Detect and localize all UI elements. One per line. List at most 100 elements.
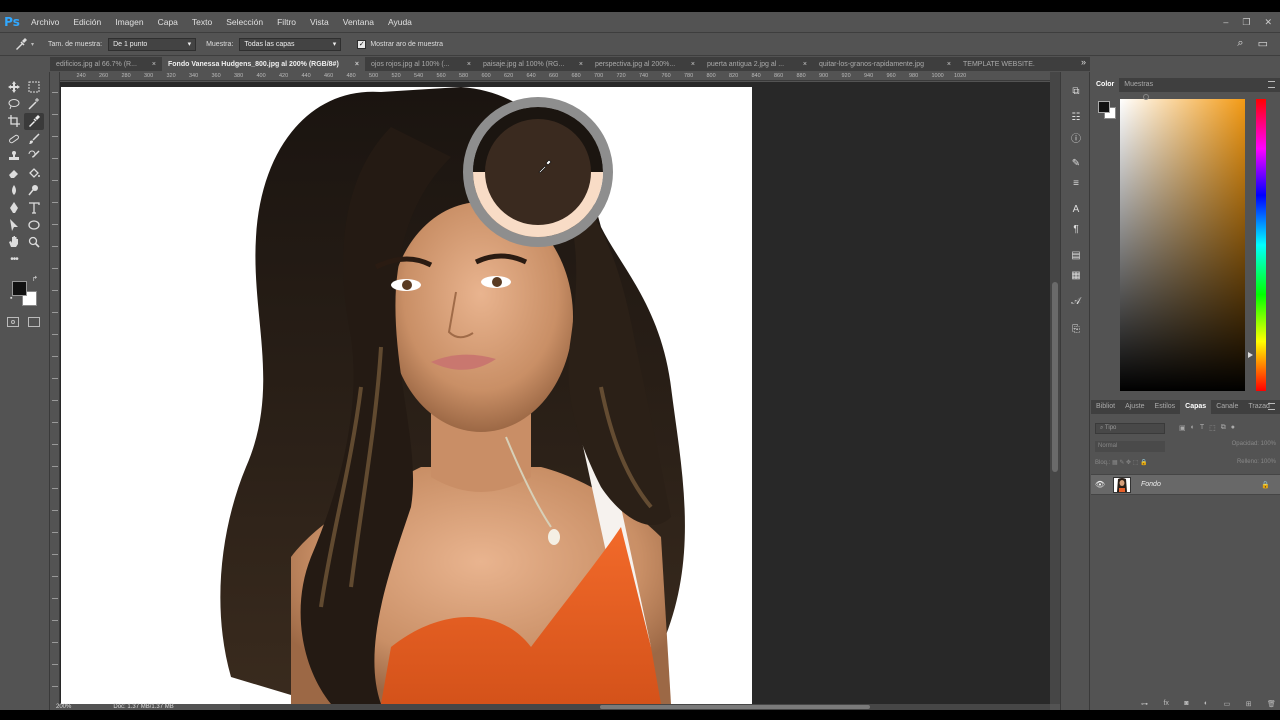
close-icon[interactable]: × bbox=[803, 61, 807, 68]
type-filter-icon[interactable]: T bbox=[1200, 424, 1204, 432]
brush-presets-icon[interactable]: ≡ bbox=[1068, 176, 1084, 190]
layer-style-icon[interactable]: fx bbox=[1163, 700, 1168, 710]
paragraph-panel-icon[interactable]: ¶ bbox=[1068, 222, 1084, 236]
filter-toggle-icon[interactable]: ● bbox=[1231, 424, 1235, 432]
shape-filter-icon[interactable]: ⬚ bbox=[1209, 424, 1216, 432]
more-tabs-icon[interactable]: » bbox=[1081, 57, 1086, 67]
glyphs-icon[interactable]: 𝒜 bbox=[1068, 294, 1084, 308]
new-group-icon[interactable]: ▭ bbox=[1224, 700, 1231, 710]
layer-search-input[interactable]: ⌕ Tipo bbox=[1095, 422, 1165, 434]
menu-vista[interactable]: Vista bbox=[303, 12, 336, 32]
new-layer-icon[interactable]: ⊞ bbox=[1246, 700, 1252, 710]
tab-template-website[interactable]: TEMPLATE WEBSITE. bbox=[957, 57, 1047, 71]
menu-archivo[interactable]: Archivo bbox=[24, 12, 66, 32]
hue-slider[interactable] bbox=[1256, 99, 1266, 391]
add-mask-icon[interactable]: ◙ bbox=[1184, 700, 1188, 710]
tab-color[interactable]: Color bbox=[1091, 78, 1120, 92]
delete-layer-icon[interactable]: 🗑 bbox=[1267, 700, 1276, 710]
tab-vanessa-active[interactable]: Fondo Vanessa Hudgens_800.jpg al 200% (R… bbox=[162, 57, 365, 71]
pixel-filter-icon[interactable]: ▣ bbox=[1179, 424, 1186, 432]
tab-perspectiva[interactable]: perspectiva.jpg al 200%... × bbox=[589, 57, 701, 71]
menu-ventana[interactable]: Ventana bbox=[336, 12, 381, 32]
shape-tool[interactable] bbox=[24, 216, 44, 233]
history-panel-icon[interactable]: ⧉ bbox=[1068, 84, 1084, 98]
scroll-thumb[interactable] bbox=[1052, 282, 1058, 472]
close-icon[interactable]: × bbox=[579, 61, 583, 68]
zoom-tool[interactable] bbox=[24, 234, 44, 251]
document-canvas[interactable] bbox=[61, 87, 752, 704]
menu-capa[interactable]: Capa bbox=[151, 12, 185, 32]
menu-seleccion[interactable]: Selección bbox=[219, 12, 270, 32]
eyedropper-tool[interactable] bbox=[24, 112, 44, 130]
menu-texto[interactable]: Texto bbox=[185, 12, 219, 32]
lasso-tool[interactable] bbox=[4, 95, 24, 112]
vertical-scrollbar[interactable] bbox=[1050, 72, 1060, 704]
search-icon[interactable]: ⌕ bbox=[1237, 37, 1243, 50]
canvas-area[interactable] bbox=[60, 82, 1050, 704]
clone-stamp-tool[interactable] bbox=[4, 147, 24, 164]
portrait-photo[interactable] bbox=[61, 87, 752, 704]
quick-mask-button[interactable] bbox=[7, 317, 19, 327]
edit-toolbar-button[interactable]: ••• bbox=[4, 251, 24, 268]
info-panel-icon[interactable]: ⓘ bbox=[1068, 130, 1084, 145]
history-brush-tool[interactable] bbox=[24, 147, 44, 164]
panel-menu-icon[interactable] bbox=[1268, 81, 1275, 88]
menu-edicion[interactable]: Edición bbox=[66, 12, 108, 32]
layer-name[interactable]: Fondo bbox=[1141, 481, 1261, 488]
path-selection-tool[interactable] bbox=[4, 216, 24, 233]
color-picker-field[interactable] bbox=[1120, 99, 1245, 391]
brush-tool[interactable] bbox=[24, 130, 44, 147]
opacity-value[interactable]: 100% bbox=[1261, 441, 1276, 447]
default-colors-icon[interactable]: ▪ bbox=[10, 295, 12, 302]
tab-canales[interactable]: Canale bbox=[1211, 400, 1243, 414]
restore-button[interactable]: ❐ bbox=[1242, 17, 1250, 28]
smart-object-filter-icon[interactable]: ⧉ bbox=[1221, 424, 1226, 432]
character-panel-icon[interactable]: A bbox=[1068, 202, 1084, 216]
color-panel-foreground[interactable] bbox=[1098, 101, 1110, 113]
close-icon[interactable]: × bbox=[355, 61, 359, 68]
clone-source-icon[interactable]: ⎘ bbox=[1068, 322, 1084, 336]
menu-filtro[interactable]: Filtro bbox=[270, 12, 303, 32]
dodge-tool[interactable] bbox=[24, 182, 44, 199]
menu-ayuda[interactable]: Ayuda bbox=[381, 12, 419, 32]
close-icon[interactable]: × bbox=[152, 61, 156, 68]
minimize-button[interactable]: – bbox=[1223, 17, 1228, 27]
brush-panel-icon[interactable]: ✎ bbox=[1068, 156, 1084, 170]
close-icon[interactable]: × bbox=[947, 61, 951, 68]
blend-mode-select[interactable]: Normal bbox=[1095, 441, 1165, 452]
tab-ajustes[interactable]: Ajuste bbox=[1120, 400, 1149, 414]
menu-imagen[interactable]: Imagen bbox=[108, 12, 150, 32]
type-tool[interactable] bbox=[24, 199, 44, 216]
crop-tool[interactable] bbox=[4, 113, 24, 130]
eraser-tool[interactable] bbox=[4, 164, 24, 181]
tab-muestras[interactable]: Muestras bbox=[1119, 78, 1158, 92]
blur-tool[interactable] bbox=[4, 182, 24, 199]
show-ring-checkbox[interactable]: ✓ bbox=[357, 39, 367, 49]
panel-menu-icon[interactable] bbox=[1268, 403, 1275, 410]
scroll-thumb[interactable] bbox=[600, 705, 870, 709]
notes-icon[interactable]: ▦ bbox=[1068, 268, 1084, 282]
pen-tool[interactable] bbox=[4, 199, 24, 216]
close-button[interactable]: ✕ bbox=[1264, 17, 1272, 28]
tab-quitar-granos[interactable]: quitar-los-granos-rapidamente.jpg × bbox=[813, 57, 957, 71]
layer-row-fondo[interactable]: 👁 Fondo 🔒 bbox=[1091, 474, 1280, 495]
properties-panel-icon[interactable]: ☷ bbox=[1068, 110, 1084, 124]
tab-puerta-antigua[interactable]: puerta antigua 2.jpg al ... × bbox=[701, 57, 813, 71]
foreground-color[interactable] bbox=[12, 281, 27, 296]
magic-wand-tool[interactable] bbox=[24, 95, 44, 112]
adjustment-layer-icon[interactable]: ◐ bbox=[1204, 700, 1208, 710]
marquee-tool[interactable] bbox=[24, 78, 44, 95]
paint-bucket-tool[interactable] bbox=[24, 164, 44, 181]
adjustment-filter-icon[interactable]: ◐ bbox=[1191, 424, 1195, 432]
tab-estilos[interactable]: Estilos bbox=[1150, 400, 1181, 414]
workspace-icon[interactable]: ▭ bbox=[1258, 37, 1268, 50]
link-layers-icon[interactable]: ⊶ bbox=[1141, 700, 1148, 710]
swap-colors-icon[interactable]: ↱ bbox=[32, 275, 38, 283]
tool-preset-picker[interactable]: ▾ bbox=[10, 34, 38, 54]
move-tool[interactable] bbox=[4, 78, 24, 95]
screen-mode-button[interactable] bbox=[28, 317, 40, 327]
close-icon[interactable]: × bbox=[691, 61, 695, 68]
tab-edificios[interactable]: edificios.jpg al 66.7% (R... × bbox=[50, 57, 162, 71]
tab-capas[interactable]: Capas bbox=[1180, 400, 1212, 414]
libraries-icon[interactable]: ▤ bbox=[1068, 248, 1084, 262]
